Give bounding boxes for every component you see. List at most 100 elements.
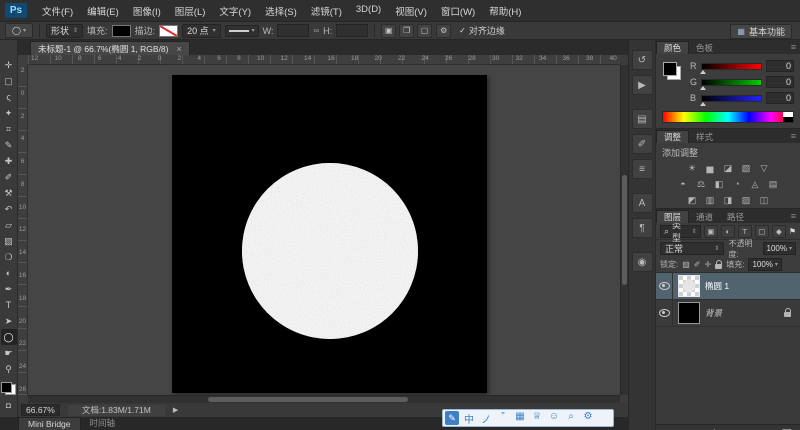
- color-panel-tab-0[interactable]: 颜色: [656, 41, 690, 54]
- ellipse-tool[interactable]: ◯: [0, 329, 17, 345]
- vertical-scrollbar[interactable]: [620, 65, 628, 395]
- levels-icon[interactable]: ▅: [704, 162, 717, 174]
- panel-menu-icon[interactable]: ≡: [791, 211, 796, 221]
- document-canvas[interactable]: [172, 75, 487, 393]
- ime-logo[interactable]: ✎: [445, 411, 459, 425]
- lasso-tool[interactable]: ς: [1, 89, 17, 105]
- adjustments-panel-tab-0[interactable]: 调整: [656, 130, 690, 143]
- layers-panel-tab-1[interactable]: 通道: [689, 211, 720, 223]
- crop-tool[interactable]: ⌗: [1, 121, 17, 137]
- path-selection-tool[interactable]: ➤: [1, 313, 17, 329]
- color-balance-icon[interactable]: ⚖: [695, 178, 708, 190]
- lock-position-icon[interactable]: ✛: [705, 260, 712, 269]
- menu-item[interactable]: 编辑(E): [80, 4, 126, 18]
- paragraph-panel-icon[interactable]: ¶: [631, 218, 653, 238]
- status-arrow-icon[interactable]: ▶: [173, 406, 178, 414]
- layer-row[interactable]: 椭圆 1: [656, 273, 800, 300]
- adjustments-panel-tab-1[interactable]: 样式: [689, 131, 720, 143]
- history-brush-tool[interactable]: ↶: [1, 201, 17, 217]
- filter-type-select[interactable]: ⌕ 类型 ⇕: [660, 220, 701, 243]
- blend-mode-select[interactable]: 正常 ⇕: [660, 242, 725, 255]
- quick-selection-tool[interactable]: ✦: [1, 105, 17, 121]
- hand-tool[interactable]: ☛: [1, 345, 17, 361]
- opacity-input[interactable]: 100% ▾: [762, 242, 796, 255]
- zoom-level-input[interactable]: 66.67%: [21, 404, 60, 416]
- filter-pixel-layers-icon[interactable]: ▣: [703, 224, 718, 238]
- color-spectrum-bar[interactable]: [662, 111, 794, 123]
- settings-icon[interactable]: ⚙: [580, 411, 596, 426]
- move-tool[interactable]: ✛: [1, 57, 17, 73]
- menu-item[interactable]: 滤镜(T): [304, 4, 349, 18]
- canvas-area[interactable]: [28, 65, 620, 395]
- panel-menu-icon[interactable]: ≡: [791, 42, 796, 52]
- layers-panel-tab-0[interactable]: 图层: [656, 210, 690, 223]
- foreground-color-swatch[interactable]: [1, 382, 12, 393]
- brush-tool[interactable]: ✐: [1, 169, 17, 185]
- foreground-color-swatch[interactable]: [663, 62, 677, 76]
- geometry-options-icon[interactable]: ⚙: [436, 23, 452, 38]
- bottom-tab-1[interactable]: 时间轴: [81, 416, 125, 430]
- slider-thumb-icon[interactable]: [700, 85, 706, 90]
- height-input[interactable]: [336, 24, 369, 37]
- horizontal-ruler[interactable]: 12 10 8 6 4 2 0 2 4 6 8 10 12 14 16 18 20 22 24 26 28 30 32 34 3…: [28, 55, 620, 65]
- punctuation-icon[interactable]: ”: [495, 411, 511, 426]
- actions-panel-icon[interactable]: ▶: [631, 75, 653, 95]
- vibrance-icon[interactable]: ▽: [758, 162, 771, 174]
- blur-tool[interactable]: ❍: [1, 249, 17, 265]
- healing-brush-tool[interactable]: ✚: [1, 153, 17, 169]
- lock-all-icon[interactable]: [715, 259, 723, 269]
- menu-item[interactable]: 文件(F): [35, 4, 80, 18]
- document-tab[interactable]: 未标题-1 @ 66.7%(椭圆 1, RGB/8) ×: [30, 41, 190, 56]
- filter-shape-layers-icon[interactable]: ▢: [754, 224, 769, 238]
- gradient-tool[interactable]: ▧: [1, 233, 17, 249]
- stroke-width-select[interactable]: 20 点 ▾: [182, 23, 221, 38]
- white-black-swatch[interactable]: [783, 112, 793, 122]
- dodge-tool[interactable]: ◐: [1, 265, 17, 281]
- menu-item[interactable]: 文字(Y): [212, 4, 258, 18]
- fg-bg-swatch[interactable]: [663, 62, 681, 80]
- eyedropper-tool[interactable]: ✎: [1, 137, 17, 153]
- black-white-icon[interactable]: ◧: [713, 178, 726, 190]
- invert-icon[interactable]: ◩: [686, 194, 699, 206]
- layer-row[interactable]: 背景: [656, 300, 800, 327]
- fill-input[interactable]: 100% ▾: [748, 258, 782, 271]
- scrollbar-thumb[interactable]: [622, 175, 627, 285]
- chinese-mode-icon[interactable]: 中: [461, 411, 477, 426]
- clone-stamp-tool[interactable]: ⚒: [1, 185, 17, 201]
- quick-mask-button[interactable]: ◘: [1, 398, 17, 412]
- color-value-r[interactable]: 0: [766, 60, 794, 72]
- menu-item[interactable]: 选择(S): [258, 4, 304, 18]
- color-panel-tab-1[interactable]: 色板: [689, 42, 720, 54]
- menu-item[interactable]: 图像(I): [126, 4, 168, 18]
- brush-presets-panel-icon[interactable]: ≡: [631, 159, 653, 179]
- close-icon[interactable]: ×: [177, 44, 182, 54]
- info-panel-icon[interactable]: ◉: [631, 252, 653, 272]
- type-tool[interactable]: T: [1, 297, 17, 313]
- color-value-g[interactable]: 0: [766, 76, 794, 88]
- marquee-tool[interactable]: ▢: [1, 73, 17, 89]
- menu-item[interactable]: 帮助(H): [482, 4, 528, 18]
- handwriting-icon[interactable]: ノ: [478, 411, 494, 426]
- history-panel-icon[interactable]: ↺: [631, 50, 653, 70]
- hue-saturation-icon[interactable]: ◓: [677, 178, 690, 190]
- slider-thumb-icon[interactable]: [700, 69, 706, 74]
- lock-transparency-icon[interactable]: ▨: [682, 260, 690, 269]
- slider-thumb-icon[interactable]: [700, 101, 706, 106]
- workspace-switcher[interactable]: ▦ 基本功能: [730, 24, 792, 39]
- path-arrangement-icon[interactable]: ▢: [417, 23, 433, 38]
- color-lookup-icon[interactable]: ▤: [767, 178, 780, 190]
- color-slider-g[interactable]: [700, 78, 762, 90]
- link-dimensions-icon[interactable]: ∞: [313, 26, 319, 35]
- panel-menu-icon[interactable]: ≡: [791, 131, 796, 141]
- exposure-icon[interactable]: ▧: [740, 162, 753, 174]
- stroke-swatch[interactable]: [159, 24, 179, 37]
- visibility-toggle[interactable]: [656, 300, 673, 326]
- brush-panel-icon[interactable]: ✐: [631, 134, 653, 154]
- menu-item[interactable]: 视图(V): [388, 4, 434, 18]
- threshold-icon[interactable]: ◨: [722, 194, 735, 206]
- emoji-icon[interactable]: ☺: [546, 411, 562, 426]
- vertical-ruler[interactable]: 2 0 2 4 6 8 10 12 14 16 18 20 22 24 26: [18, 65, 28, 395]
- color-value-b[interactable]: 0: [766, 92, 794, 104]
- brightness-contrast-icon[interactable]: ☀: [686, 162, 699, 174]
- scrollbar-thumb[interactable]: [208, 397, 408, 402]
